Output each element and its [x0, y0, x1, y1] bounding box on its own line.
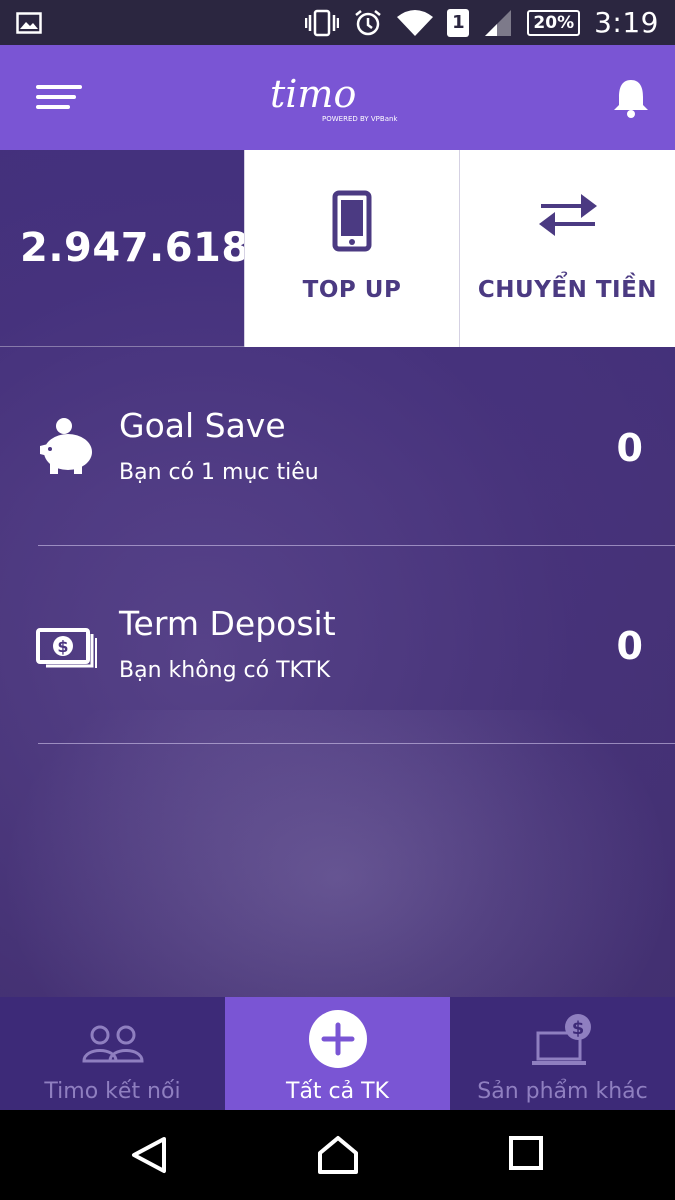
wifi-icon: [397, 9, 434, 37]
status-icons: 1 20% 3:19: [305, 6, 659, 39]
tab-label: Timo kết nối: [44, 1079, 181, 1104]
goal-save-item[interactable]: Goal Save Bạn có 1 mục tiêu 0: [0, 348, 675, 546]
bell-icon[interactable]: [611, 77, 651, 119]
piggy-bank-icon: [36, 416, 96, 480]
vibrate-icon: [305, 9, 340, 37]
svg-text:$: $: [57, 637, 68, 656]
logo-tagline: POWERED BY VPBank: [322, 115, 398, 123]
top-up-label: TOP UP: [302, 277, 402, 303]
tab-san-pham-khac[interactable]: $ Sản phẩm khác: [450, 997, 675, 1110]
transfer-button[interactable]: CHUYỂN TIỀN: [459, 150, 675, 347]
menu-icon[interactable]: [36, 85, 84, 111]
home-icon[interactable]: [317, 1135, 359, 1179]
app-header: timo POWERED BY VPBank: [0, 45, 675, 150]
clock: 3:19: [594, 6, 659, 39]
tab-label: Tất cả TK: [286, 1079, 389, 1104]
logo-text: timo: [270, 72, 356, 116]
status-bar: 1 20% 3:19: [0, 0, 675, 45]
phone-icon: [332, 190, 372, 256]
transfer-arrows-icon: [537, 190, 599, 240]
back-icon[interactable]: [130, 1135, 170, 1179]
people-icon: [81, 1023, 144, 1067]
gallery-icon: [16, 11, 42, 34]
bottom-nav: Timo kết nối Tất cả TK $ Sản phẩm khác: [0, 997, 675, 1110]
top-up-button[interactable]: TOP UP: [244, 150, 459, 347]
alarm-icon: [353, 8, 383, 38]
transfer-label: CHUYỂN TIỀN: [477, 277, 658, 303]
divider: [38, 743, 675, 744]
sim-icon: 1: [447, 8, 470, 37]
signal-icon: [483, 9, 513, 37]
recents-icon[interactable]: [508, 1135, 544, 1175]
timo-logo: timo POWERED BY VPBank: [270, 71, 405, 127]
system-nav-bar: [0, 1110, 675, 1200]
tab-tat-ca-tk[interactable]: Tất cả TK: [225, 997, 450, 1110]
goal-save-value: 0: [616, 426, 643, 470]
goal-save-title: Goal Save: [119, 406, 286, 445]
plus-circle-icon: [308, 1009, 368, 1073]
tab-label: Sản phẩm khác: [477, 1079, 648, 1104]
screen: 1 20% 3:19 timo POWERED BY VPBank 2.947.…: [0, 0, 675, 1200]
battery-icon: 20%: [527, 9, 581, 36]
term-deposit-subtitle: Bạn không có TKTK: [119, 658, 331, 683]
tab-timo-ket-noi[interactable]: Timo kết nối: [0, 997, 225, 1110]
balance-amount: 2.947.618: [20, 225, 250, 271]
svg-text:$: $: [571, 1018, 584, 1039]
goal-save-subtitle: Bạn có 1 mục tiêu: [119, 460, 319, 485]
laptop-dollar-icon: $: [531, 1013, 594, 1071]
cash-stack-icon: $: [36, 624, 98, 672]
balance-panel[interactable]: 2.947.618: [0, 150, 249, 347]
term-deposit-item[interactable]: $ Term Deposit Bạn không có TKTK 0: [0, 546, 675, 744]
term-deposit-title: Term Deposit: [119, 604, 336, 643]
term-deposit-value: 0: [616, 624, 643, 668]
